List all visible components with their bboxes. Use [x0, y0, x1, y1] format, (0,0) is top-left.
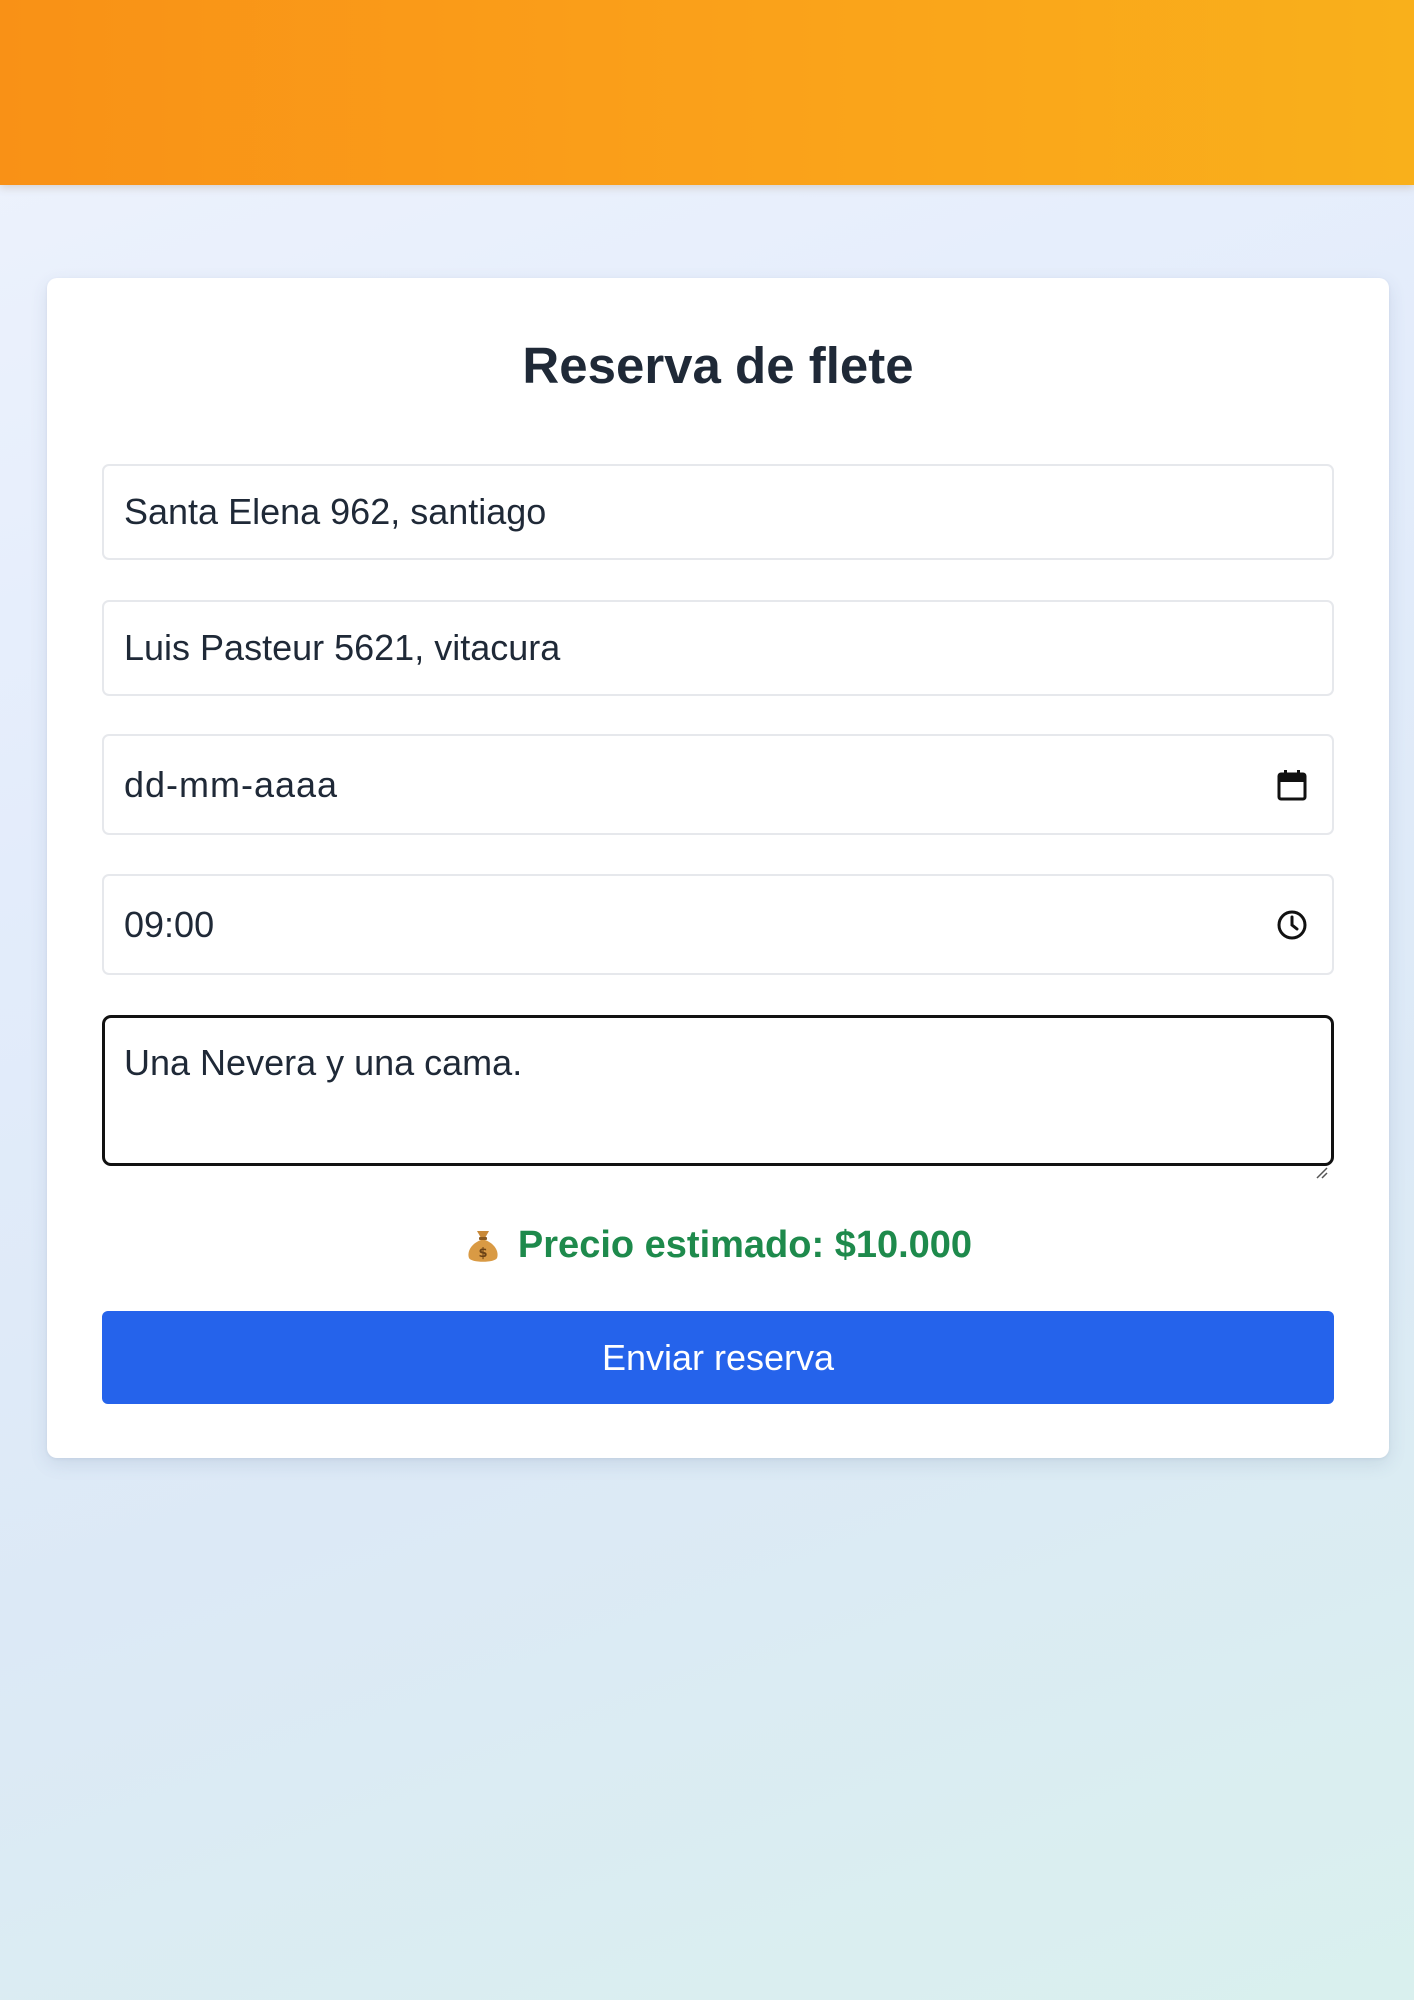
time-input[interactable]: 09:00 [102, 874, 1334, 975]
submit-booking-button[interactable]: Enviar reserva [102, 1311, 1334, 1404]
calendar-icon[interactable] [1272, 765, 1312, 805]
destination-address-value: Luis Pasteur 5621, vitacura [124, 627, 561, 668]
page-title: Reserva de flete [522, 337, 914, 394]
origin-address-input[interactable]: Santa Elena 962, santiago [102, 464, 1334, 560]
cargo-description-value: Una Nevera y una cama. [124, 1042, 523, 1083]
time-value: 09:00 [124, 903, 215, 945]
top-header-bar [0, 0, 1414, 185]
estimated-price-text: Precio estimado: $10.000 [517, 1224, 973, 1266]
destination-address-input[interactable]: Luis Pasteur 5621, vitacura [102, 600, 1334, 696]
resize-handle-icon[interactable] [1314, 1146, 1328, 1179]
date-placeholder: dd-mm-aaaa [124, 763, 339, 805]
clock-icon[interactable] [1272, 905, 1312, 945]
svg-text:$: $ [478, 1246, 487, 1261]
date-input[interactable]: dd-mm-aaaa [102, 734, 1334, 835]
origin-address-value: Santa Elena 962, santiago [124, 491, 547, 532]
money-bag-icon: $ [464, 1227, 502, 1265]
booking-form-card: Reserva de flete Santa Elena 962, santia… [47, 278, 1389, 1458]
estimated-price: $ Precio estimado: $10.000 [47, 1224, 1389, 1267]
cargo-description-textarea[interactable]: Una Nevera y una cama. [102, 1015, 1334, 1179]
